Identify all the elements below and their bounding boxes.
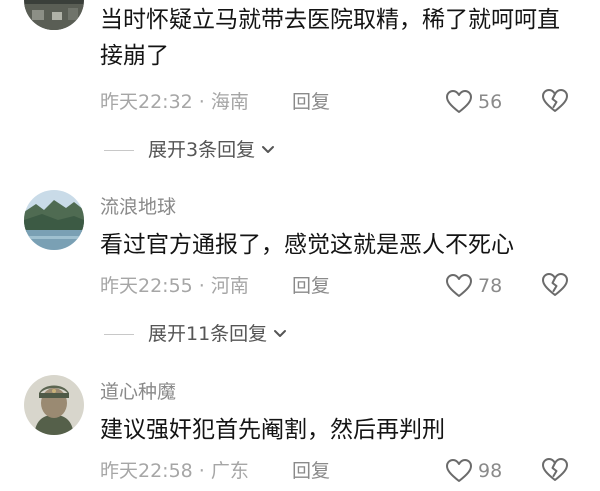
comment-meta: 昨天22:32 · 海南 <box>100 89 249 115</box>
chevron-down-icon <box>262 146 275 153</box>
reply-button[interactable]: 回复 <box>292 458 330 484</box>
broken-heart-icon <box>542 89 568 112</box>
like-button[interactable]: 98 <box>446 457 502 485</box>
comment-location: 河南 <box>210 275 249 297</box>
chevron-down-icon <box>274 330 287 337</box>
avatar[interactable] <box>24 190 84 250</box>
expand-replies[interactable]: 展开3条回复 <box>104 137 275 163</box>
username[interactable]: 道心种魔 <box>100 379 176 405</box>
comment-time: 昨天22:32 <box>100 91 193 113</box>
dislike-button[interactable] <box>542 89 568 115</box>
avatar-image <box>24 0 84 30</box>
broken-heart-icon <box>542 273 568 296</box>
avatar-image <box>24 190 84 250</box>
meta-separator: · <box>198 275 205 297</box>
heart-outline-icon <box>446 90 472 113</box>
divider-line <box>104 149 134 151</box>
like-count: 78 <box>478 275 503 297</box>
heart-outline-icon <box>446 274 472 297</box>
comment-text: 当时怀疑立马就带去医院取精，稀了就呵呵直接崩了 <box>100 7 560 69</box>
expand-replies[interactable]: 展开11条回复 <box>104 321 287 347</box>
avatar-image <box>24 375 84 435</box>
comment-meta: 昨天22:55 · 河南 <box>100 273 249 299</box>
expand-replies-label[interactable]: 展开11条回复 <box>148 321 267 347</box>
comment-time: 昨天22:55 <box>100 275 193 297</box>
dislike-button[interactable] <box>542 273 568 299</box>
broken-heart-icon <box>542 458 568 481</box>
heart-outline-icon <box>446 459 472 482</box>
like-count: 98 <box>478 460 503 482</box>
comment-meta: 昨天22:58 · 广东 <box>100 458 249 484</box>
divider-line <box>104 333 134 335</box>
expand-replies-label[interactable]: 展开3条回复 <box>148 137 255 163</box>
reply-button[interactable]: 回复 <box>292 273 330 299</box>
avatar[interactable] <box>24 0 84 30</box>
avatar[interactable] <box>24 375 84 435</box>
reply-button[interactable]: 回复 <box>292 89 330 115</box>
comment-text: 看过官方通报了，感觉这就是恶人不死心 <box>100 232 514 258</box>
comment-time: 昨天22:58 <box>100 460 193 482</box>
like-button[interactable]: 78 <box>446 272 502 300</box>
meta-separator: · <box>198 460 205 482</box>
dislike-button[interactable] <box>542 458 568 484</box>
meta-separator: · <box>198 91 205 113</box>
username[interactable]: 流浪地球 <box>100 194 176 220</box>
comment-location: 海南 <box>210 91 249 113</box>
like-button[interactable]: 56 <box>446 88 502 116</box>
comment-location: 广东 <box>210 460 249 482</box>
comment-text: 建议强奸犯首先阉割，然后再判刑 <box>100 417 445 443</box>
like-count: 56 <box>478 91 503 113</box>
